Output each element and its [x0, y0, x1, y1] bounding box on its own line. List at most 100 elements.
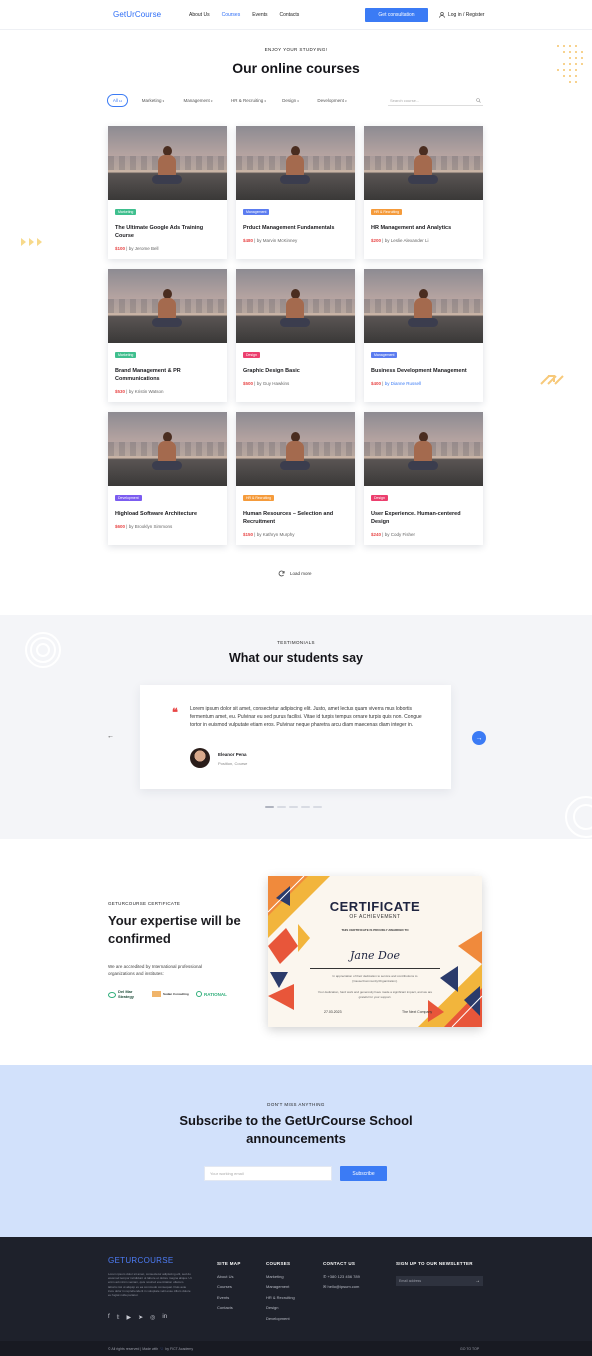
course-price: $200 — [371, 238, 382, 243]
course-title[interactable]: The Ultimate Google Ads Training Course — [115, 224, 220, 240]
subscribe-button[interactable]: Subscribe — [340, 1166, 387, 1181]
load-more-button[interactable]: Load more — [278, 570, 312, 577]
prev-arrow-icon[interactable]: ← — [107, 733, 114, 740]
footer-heading: SIGN UP TO OUR NEWSLETTER — [396, 1261, 473, 1266]
course-title[interactable]: Graphic Design Basic — [243, 367, 348, 375]
filter-hr-recruiting[interactable]: HR & Recruiting 3 — [226, 94, 271, 107]
go-to-top-link[interactable]: GO TO TOP — [460, 1347, 479, 1351]
slider-dot[interactable] — [301, 806, 310, 808]
course-image — [108, 126, 227, 200]
course-card[interactable]: Management Business Development Manageme… — [364, 269, 483, 402]
footer-heading: CONTACT US — [323, 1261, 356, 1266]
chevrons-decoration — [540, 375, 564, 385]
course-author[interactable]: by Dianne Russell — [385, 381, 421, 386]
login-link[interactable]: Log in / Register — [439, 12, 484, 18]
footer-link[interactable]: About Us — [217, 1272, 241, 1283]
courses-eyebrow: ENJOY YOUR STUDYING! — [264, 47, 328, 52]
email-address: hello@ipsum.com — [327, 1284, 360, 1289]
partner-name: Del Mar Strategy — [118, 989, 135, 999]
course-card[interactable]: Marketing The Ultimate Google Ads Traini… — [108, 126, 227, 259]
footer-email[interactable]: ✉ hello@ipsum.com — [323, 1282, 360, 1293]
course-card[interactable]: Design User Experience. Human-centered D… — [364, 412, 483, 545]
course-price: $240 — [371, 532, 382, 537]
course-title[interactable]: Human Resources – Selection and Recruitm… — [243, 510, 348, 526]
footer-logo[interactable]: GETURCOURSE — [108, 1256, 174, 1265]
footer-link[interactable]: Marketing — [266, 1272, 295, 1283]
facebook-icon[interactable]: f — [108, 1314, 110, 1321]
course-price: $150 — [243, 532, 254, 537]
social-icons: f 𝕥 ▶ ➤ ◎ in — [108, 1314, 167, 1321]
search-icon[interactable] — [476, 97, 481, 103]
nav-events[interactable]: Events — [252, 12, 267, 18]
certificate-eyebrow: GETURCOURSE CERTIFICATE — [108, 901, 181, 906]
circles-decoration — [565, 796, 592, 838]
footer-link[interactable]: Courses — [217, 1282, 241, 1293]
course-card[interactable]: Marketing Brand Management & PR Communic… — [108, 269, 227, 402]
certificate-text: We are accredited by International profe… — [108, 964, 202, 976]
slider-dot[interactable] — [313, 806, 322, 808]
nav-courses[interactable]: Courses — [222, 12, 241, 18]
footer-link[interactable]: Contacts — [217, 1303, 241, 1314]
course-image — [236, 126, 355, 200]
course-card[interactable]: HR & Recruiting Human Resources – Select… — [236, 412, 355, 545]
course-meta: $400 | by Dianne Russell — [371, 381, 421, 386]
main-nav: About Us Courses Events Contacts — [189, 12, 299, 18]
course-title[interactable]: Business Development Management — [371, 367, 476, 375]
nav-about[interactable]: About Us — [189, 12, 210, 18]
get-consultation-button[interactable]: Get consultation — [365, 8, 428, 22]
course-tag: Marketing — [115, 352, 137, 358]
filter-development[interactable]: Development 3 — [312, 94, 352, 107]
footer-phone[interactable]: ✆ +380 123 456 789 — [323, 1272, 360, 1283]
course-author: by Cody Fisher — [384, 532, 415, 537]
course-card[interactable]: Management Prduct Management Fundamental… — [236, 126, 355, 259]
course-title[interactable]: Prduct Management Fundamentals — [243, 224, 348, 232]
next-arrow-icon[interactable]: → — [472, 731, 486, 745]
filter-management[interactable]: Management 3 — [179, 94, 217, 107]
course-meta: $240 | by Cody Fisher — [371, 532, 415, 537]
course-search-input[interactable]: Search course... — [388, 95, 483, 106]
twitter-icon[interactable]: 𝕥 — [117, 1314, 120, 1321]
course-title[interactable]: Brand Management & PR Communications — [115, 367, 220, 383]
newsletter-email-input[interactable]: Email address → — [396, 1276, 483, 1286]
course-title[interactable]: Highload Software Architecture — [115, 510, 220, 518]
footer-link[interactable]: Management — [266, 1282, 295, 1293]
footer-link[interactable]: HR & Recruiting — [266, 1293, 295, 1304]
footer-sitemap: SITE MAP About Us Courses Events Contact… — [217, 1259, 241, 1314]
filter-count: 3 — [264, 98, 266, 103]
course-card[interactable]: HR & Recruiting HR Management and Analyt… — [364, 126, 483, 259]
footer-link[interactable]: Design — [266, 1303, 295, 1314]
subscribe-section: DON'T MISS ANYTHING Subscribe to the Get… — [0, 1065, 592, 1237]
certificate-date: 27.03.2023 — [324, 1010, 342, 1014]
site-footer: GETURCOURSE Lorem ipsum dolor sit amet, … — [0, 1237, 592, 1356]
telegram-icon[interactable]: ➤ — [138, 1314, 143, 1321]
course-title[interactable]: User Experience. Human-centered Design — [371, 510, 476, 526]
slider-dot[interactable] — [277, 806, 286, 808]
course-card[interactable]: Development Highload Software Architectu… — [108, 412, 227, 545]
logo[interactable]: GetUrCourse — [113, 10, 161, 19]
testimonials-section: TESTIMONIALS What our students say ← ❝ L… — [0, 615, 592, 839]
course-filters: All 12 Marketing 3 Management 3 HR & Recrui… — [107, 94, 483, 108]
youtube-icon[interactable]: ▶ — [126, 1314, 131, 1321]
phone-number: +380 123 456 789 — [327, 1273, 360, 1279]
course-image — [236, 269, 355, 343]
course-tag: Management — [243, 209, 270, 215]
filter-all[interactable]: All 12 — [107, 94, 128, 107]
footer-link[interactable]: Development — [266, 1314, 295, 1325]
filter-design[interactable]: Design 3 — [278, 94, 303, 107]
certificate-name: Jane Doe — [349, 949, 400, 962]
filter-marketing[interactable]: Marketing 3 — [136, 94, 170, 107]
course-price: $400 — [371, 381, 382, 386]
linkedin-icon[interactable]: in — [162, 1314, 167, 1321]
slider-dot[interactable] — [289, 806, 298, 808]
course-title[interactable]: HR Management and Analytics — [371, 224, 476, 232]
footer-link[interactable]: Events — [217, 1293, 241, 1304]
course-tag: HR & Recruiting — [371, 209, 403, 215]
arrow-right-icon[interactable]: → — [475, 1278, 480, 1284]
course-card[interactable]: Design Graphic Design Basic $500 | by Gu… — [236, 269, 355, 402]
course-meta: $100 | by Jerome Bell — [115, 246, 159, 251]
search-placeholder: Search course... — [390, 97, 420, 103]
subscribe-email-input[interactable]: Your working email — [204, 1166, 332, 1181]
slider-dot[interactable] — [265, 806, 274, 808]
instagram-icon[interactable]: ◎ — [150, 1314, 155, 1321]
nav-contacts[interactable]: Contacts — [280, 12, 300, 18]
